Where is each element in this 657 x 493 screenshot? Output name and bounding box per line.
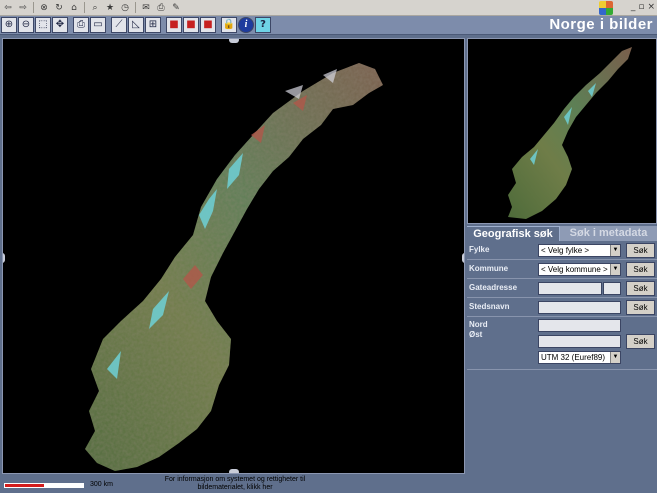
search-tabs: Geografisk søk Søk i metadata (467, 226, 657, 241)
map-pan-handle-top[interactable] (229, 39, 239, 43)
measure-line-tool[interactable]: ⟋ (111, 17, 127, 33)
fylke-select[interactable]: < Velg fylke > ▼ (538, 244, 621, 257)
print-tool[interactable]: ⎙ (73, 17, 89, 33)
kommune-search-button[interactable]: Søk (626, 262, 655, 277)
kommune-select-value: < Velg kommune > (541, 265, 608, 274)
overview-map-image[interactable] (468, 39, 656, 223)
zoom-window-tool[interactable]: ⬚ (35, 17, 51, 33)
scale-label: 300 km (90, 481, 113, 488)
home-icon[interactable]: ⌂ (68, 2, 80, 14)
windows-logo-icon (599, 1, 613, 15)
back-icon[interactable]: ⇦ (2, 2, 14, 14)
scale-bar (4, 483, 84, 488)
gateadresse-label: Gateadresse (469, 283, 518, 292)
chevron-down-icon[interactable]: ▼ (610, 245, 620, 256)
measure-area-tool[interactable]: ◺ (128, 17, 144, 33)
pan-tool[interactable]: ✥ (52, 17, 68, 33)
stedsnavn-search-button[interactable]: Søk (626, 300, 655, 315)
tab-geografisk-sok[interactable]: Geografisk søk (467, 226, 560, 241)
gateadresse-search-button[interactable]: Søk (626, 281, 655, 296)
koordinat-search-button[interactable]: Søk (626, 334, 655, 349)
browser-toolbar: ⇦ ⇨ ⊗ ↻ ⌂ ⌕ ★ ◷ ✉ ⎙ ✎ _ ▫ × (0, 0, 657, 16)
info-tool[interactable]: i (238, 17, 254, 33)
husnummer-input[interactable] (603, 282, 621, 295)
search-icon[interactable]: ⌕ (89, 2, 101, 14)
toolbar-separator (84, 2, 85, 13)
coordinate-tool[interactable]: ⊞ (145, 17, 161, 33)
window-controls: _ ▫ × (631, 2, 655, 12)
layer-red-tool[interactable]: ■ (166, 17, 182, 33)
zoom-out-tool[interactable]: ⊖ (18, 17, 34, 33)
stedsnavn-label: Stedsnavn (469, 302, 510, 311)
fylke-label: Fylke (469, 245, 490, 254)
layer-blue-tool[interactable]: ■ (200, 17, 216, 33)
nord-input[interactable] (538, 319, 621, 332)
kommune-select[interactable]: < Velg kommune > ▼ (538, 263, 621, 276)
restore-icon[interactable]: ▫ (638, 2, 644, 12)
main-map[interactable] (2, 38, 465, 474)
fylke-search-button[interactable]: Søk (626, 243, 655, 258)
print-icon[interactable]: ⎙ (155, 2, 167, 14)
fylke-select-value: < Velg fylke > (541, 246, 590, 255)
ost-label: Øst (469, 330, 483, 339)
zoom-in-tool[interactable]: ⊕ (1, 17, 17, 33)
lock-tool[interactable]: 🔒 (221, 17, 237, 33)
toolbar-separator (135, 2, 136, 13)
refresh-icon[interactable]: ↻ (53, 2, 65, 14)
help-tool[interactable]: ? (255, 17, 271, 33)
projection-select-value: UTM 32 (Euref89) (541, 353, 606, 362)
history-icon[interactable]: ◷ (119, 2, 131, 14)
chevron-down-icon[interactable]: ▼ (610, 352, 620, 363)
app-title: Norge i bilder (549, 16, 653, 33)
favorites-icon[interactable]: ★ (104, 2, 116, 14)
gateadresse-row: Gateadresse Søk (467, 279, 657, 298)
map-pan-handle-left[interactable] (3, 253, 5, 263)
projection-select[interactable]: UTM 32 (Euref89) ▼ (538, 351, 621, 364)
forward-icon[interactable]: ⇨ (17, 2, 29, 14)
map-toolbar: ⊕ ⊖ ⬚ ✥ ⎙ ▭ ⟋ ◺ ⊞ ■ ■ ■ 🔒 i? (1, 17, 271, 33)
koordinat-row: Nord Øst UTM 32 (Euref89) ▼ Søk (467, 317, 657, 370)
geo-search-form: Fylke < Velg fylke > ▼ Søk Kommune < Vel… (467, 241, 657, 370)
edit-icon[interactable]: ✎ (170, 2, 182, 14)
kommune-label: Kommune (469, 264, 509, 273)
app-header: ⊕ ⊖ ⬚ ✥ ⎙ ▭ ⟋ ◺ ⊞ ■ ■ ■ 🔒 i? Norge i bilder (0, 16, 657, 35)
close-icon[interactable]: × (647, 2, 655, 12)
stop-icon[interactable]: ⊗ (38, 2, 50, 14)
gateadresse-input[interactable] (538, 282, 602, 295)
stedsnavn-row: Stedsnavn Søk (467, 298, 657, 317)
kommune-row: Kommune < Velg kommune > ▼ Søk (467, 260, 657, 279)
minimize-icon[interactable]: _ (631, 2, 636, 12)
fylke-row: Fylke < Velg fylke > ▼ Søk (467, 241, 657, 260)
full-extent-tool[interactable]: ▭ (90, 17, 106, 33)
toolbar-separator (33, 2, 34, 13)
chevron-down-icon[interactable]: ▼ (610, 264, 620, 275)
tab-sok-i-metadata[interactable]: Søk i metadata (560, 226, 657, 241)
overview-map[interactable] (467, 38, 657, 224)
stedsnavn-input[interactable] (538, 301, 621, 314)
mail-icon[interactable]: ✉ (140, 2, 152, 14)
info-link[interactable]: For informasjon om systemet og rettighet… (150, 476, 320, 492)
nord-label: Nord (469, 320, 488, 329)
map-footer: 300 km For informasjon om systemet og re… (0, 475, 465, 493)
layer-green-tool[interactable]: ■ (183, 17, 199, 33)
satellite-map-image[interactable] (3, 39, 465, 474)
side-panel: Geografisk søk Søk i metadata Fylke < Ve… (467, 36, 657, 493)
ost-input[interactable] (538, 335, 621, 348)
